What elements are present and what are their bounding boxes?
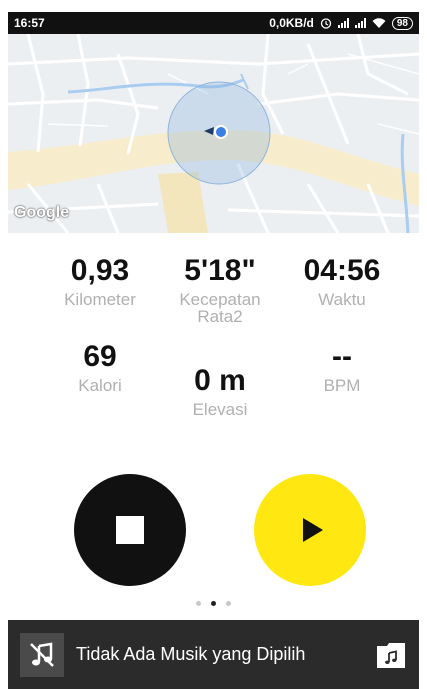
stat-heart-rate: -- BPM xyxy=(272,340,412,395)
calories-value: 69 xyxy=(83,340,117,373)
music-folder-icon xyxy=(377,642,405,668)
pace-label-line2: Rata2 xyxy=(197,307,243,326)
google-logo: Google xyxy=(14,204,70,221)
heart-rate-label: BPM xyxy=(323,376,361,395)
play-icon xyxy=(303,518,323,542)
play-button[interactable] xyxy=(254,474,366,586)
music-off-button[interactable] xyxy=(20,632,64,677)
calories-label: Kalori xyxy=(78,376,122,395)
page-dot[interactable] xyxy=(196,601,201,606)
music-off-icon xyxy=(30,642,54,667)
stat-elevation: 0 m Elevasi xyxy=(150,364,290,419)
elevation-label: Elevasi xyxy=(192,400,248,419)
music-bar[interactable]: Tidak Ada Musik yang Dipilih xyxy=(8,620,419,689)
elevation-value: 0 m xyxy=(194,364,246,397)
stat-time: 04:56 Waktu xyxy=(272,254,412,309)
stat-calories: 69 Kalori xyxy=(30,340,170,395)
workout-stats: 0,93 Kilometer 5'18" Kecepatan Rata2 04:… xyxy=(0,233,427,453)
status-indicators: 0,0KB/d 98 xyxy=(269,16,413,30)
distance-label: Kilometer xyxy=(64,290,136,309)
time-label: Waktu xyxy=(318,290,366,309)
heart-rate-value: -- xyxy=(332,340,352,373)
battery-indicator: 98 xyxy=(391,16,413,30)
pace-value: 5'18" xyxy=(184,254,256,287)
network-speed: 0,0KB/d xyxy=(269,16,314,30)
signal-4g-icon xyxy=(354,18,366,28)
signal-icon xyxy=(337,18,349,28)
page-dot[interactable] xyxy=(226,601,231,606)
distance-value: 0,93 xyxy=(70,254,130,287)
page-indicator xyxy=(0,601,427,606)
map-view[interactable]: Google xyxy=(8,34,419,233)
map-roads xyxy=(8,34,419,233)
stop-icon xyxy=(116,516,144,544)
stat-distance: 0,93 Kilometer xyxy=(30,254,170,309)
page-dot-active[interactable] xyxy=(211,601,216,606)
time-value: 04:56 xyxy=(303,254,381,287)
music-status-text: Tidak Ada Musik yang Dipilih xyxy=(76,644,306,664)
alarm-icon xyxy=(320,18,332,29)
pace-label-line1: Kecepatan xyxy=(179,290,261,309)
status-bar: 16:57 0,0KB/d 98 xyxy=(8,12,419,34)
music-folder-button[interactable] xyxy=(377,642,405,668)
wifi-icon xyxy=(372,18,386,28)
stat-pace: 5'18" Kecepatan Rata2 xyxy=(150,254,290,326)
status-time: 16:57 xyxy=(14,16,45,30)
stop-button[interactable] xyxy=(74,474,186,586)
